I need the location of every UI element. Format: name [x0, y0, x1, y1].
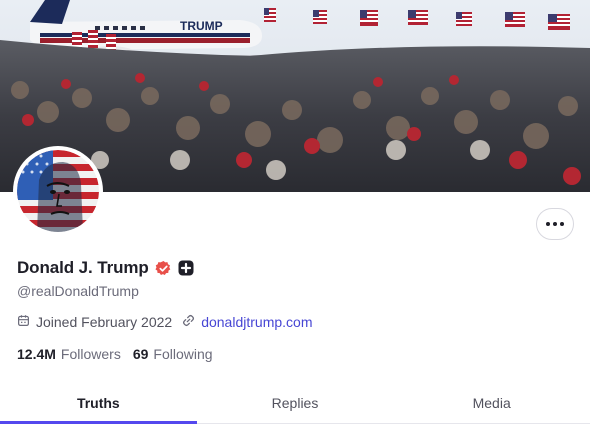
tab-replies[interactable]: Replies	[197, 382, 394, 423]
verified-badge-icon	[155, 260, 172, 277]
display-name: Donald J. Trump	[17, 258, 149, 277]
followers-label: Followers	[60, 346, 121, 362]
profile-tabs: Truths Replies Media	[0, 382, 590, 424]
followers-stat[interactable]: 12.4M Followers	[17, 346, 121, 362]
svg-text:TRUMP: TRUMP	[180, 19, 223, 33]
calendar-icon	[17, 314, 30, 330]
following-count: 69	[132, 346, 149, 362]
website-link[interactable]: donaldjtrump.com	[201, 314, 312, 330]
user-handle: @realDonaldTrump	[17, 283, 139, 299]
more-options-button[interactable]	[536, 208, 574, 240]
more-dots-icon	[546, 222, 564, 226]
followers-count: 12.4M	[17, 346, 56, 362]
avatar[interactable]	[13, 146, 103, 236]
following-stat[interactable]: 69 Following	[133, 346, 213, 362]
profile-page: TRUMP Donald J. Trump @realDonaldTrump J…	[0, 0, 590, 424]
joined-date: Joined February 2022	[17, 314, 172, 330]
follow-stats: 12.4M Followers 69 Following	[17, 346, 213, 362]
profile-name-row: Donald J. Trump	[17, 258, 194, 278]
link-icon	[182, 314, 195, 330]
following-label: Following	[153, 346, 213, 362]
plus-badge-icon	[178, 260, 194, 276]
tab-media[interactable]: Media	[393, 382, 590, 423]
joined-text: Joined February 2022	[36, 314, 173, 330]
website-link-item[interactable]: donaldjtrump.com	[182, 314, 312, 330]
profile-meta-row: Joined February 2022 donaldjtrump.com	[17, 314, 312, 330]
tab-truths[interactable]: Truths	[0, 382, 197, 424]
